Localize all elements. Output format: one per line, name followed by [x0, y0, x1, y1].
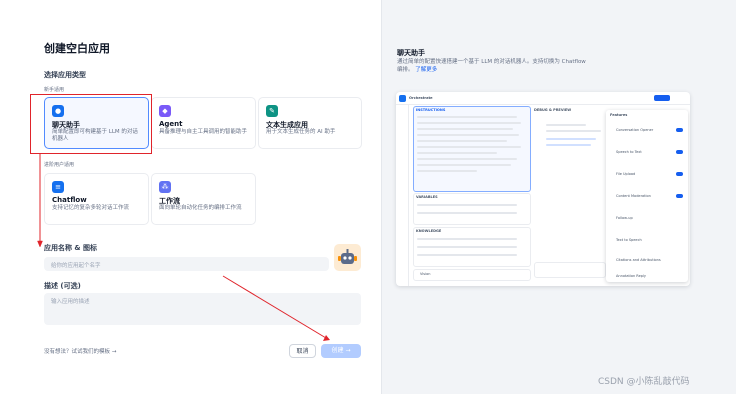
- mock-toggle: [676, 128, 683, 132]
- mock-app-name: Orchestrate: [409, 96, 433, 100]
- mock-toggle: [676, 194, 683, 198]
- mock-sidebar: [396, 104, 409, 286]
- mock-instructions-box: [413, 106, 531, 192]
- mock-header: [396, 92, 690, 105]
- mock-feature-item: Conversation Opener: [616, 128, 654, 132]
- mock-instructions-label: INSTRUCTIONS: [416, 108, 446, 112]
- mock-feature-item: Content Moderation: [616, 194, 651, 198]
- mock-chat-input: [534, 262, 606, 278]
- mock-variables-label: VARIABLES: [416, 195, 438, 199]
- mock-features-title: Features: [610, 113, 628, 117]
- mock-toggle: [676, 150, 683, 154]
- mock-toggle: [676, 172, 683, 176]
- preview-screenshot: Orchestrate INSTRUCTIONS VARIABLES KNOWL…: [396, 92, 690, 286]
- annotation-arrows: [37, 154, 330, 341]
- mock-feature-item: Follow-up: [616, 216, 633, 220]
- mock-feature-item: Speech to Text: [616, 150, 642, 154]
- watermark: CSDN @小陈乱敲代码: [598, 377, 690, 387]
- preview-description: 通过简单的配置快速搭建一个基于 LLM 的对话机器人。支持切换为 Chatflo…: [397, 58, 587, 74]
- mock-publish-button: [654, 95, 670, 101]
- mock-feature-item: Citations and Attributions: [616, 258, 661, 262]
- mock-feature-item: File Upload: [616, 172, 636, 176]
- learn-more-link[interactable]: 了解更多: [415, 67, 437, 73]
- mock-feature-item: Text to Speech: [616, 238, 642, 242]
- preview-title: 聊天助手: [397, 49, 425, 57]
- mock-debug-label: DEBUG & PREVIEW: [534, 108, 572, 112]
- mock-vision-label: Vision: [420, 272, 431, 276]
- mock-vision-row: [413, 269, 531, 281]
- mock-feature-item: Annotation Reply: [616, 274, 646, 278]
- mock-app-icon: [399, 95, 406, 102]
- mock-knowledge-label: KNOWLEDGE: [416, 229, 442, 233]
